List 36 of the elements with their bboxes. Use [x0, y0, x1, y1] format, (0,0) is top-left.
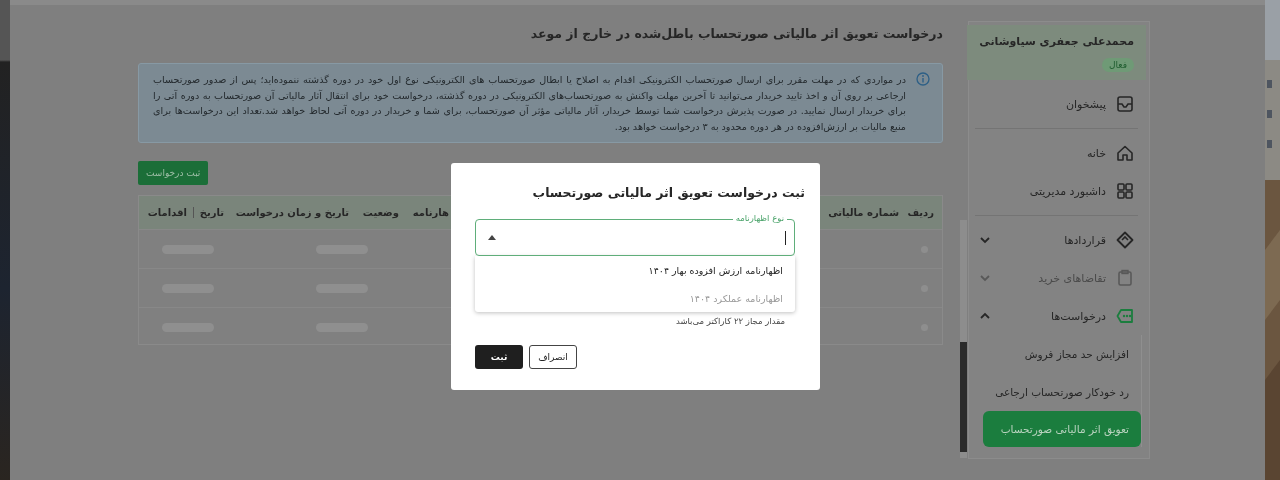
submenu-item[interactable]: رد خودکار صورتحساب ارجاعی	[983, 373, 1141, 411]
helper-text: مقدار مجاز ۲۲ کاراکتر می‌باشد	[674, 316, 786, 326]
dropdown-option[interactable]: اظهارنامه ارزش افزوده بهار ۱۴۰۴	[475, 256, 795, 284]
column-header: تاریخ	[198, 207, 224, 218]
column-header: شماره مالیاتی	[827, 207, 899, 218]
caret-up-icon	[488, 235, 496, 240]
new-request-button[interactable]: ثبت درخواست	[138, 161, 209, 185]
submenu-item[interactable]: افزایش حد مجاز فروش	[983, 335, 1141, 373]
column-header: ردیف	[906, 207, 934, 218]
sidebar-item[interactable]: پیشخوان	[975, 85, 1138, 123]
home-icon	[1116, 144, 1134, 162]
status-badge: فعال	[1102, 58, 1134, 72]
info-text: در مواردی که در مهلت مقرر برای ارسال صورتحساب الکترونیکی اقدام به اصلاح یا ابطال صورتحساب های الکترونیکی نوع اول خود در دوره گذشته ننموده‌اید؛ پس از صدور صورتحساب ارجاعی بر روی آن و اخذ تایید خریدار می‌توانید تا آخرین مهلت واکنش به صورتحساب‌های الکترونیکی در دوره گذشته، درخواست خود برای انتقال آثار مالیاتی آن صورتحساب به دوره آتی را برای خریدار ارسال نمایید. در صورت پذیرش درخواست شما توسط خریدار، آثار مالیاتی مؤثر آن صورتحساب، برای شما و خریدار در دوره آتی لحاظ خواهد شد.تعداد این درخواست‌ها برای منبع مالیات بر ارزش‌افزوده در هر دوره محدود به ۳ درخواست خواهد بود.	[153, 73, 906, 134]
inbox-icon	[1116, 95, 1134, 113]
chat-icon	[1116, 307, 1134, 325]
column-header: وضعیت	[361, 207, 399, 218]
submit-button[interactable]: ثبت	[475, 345, 523, 369]
sidebar-item[interactable]: قراردادها	[975, 221, 1138, 259]
user-name: محمدعلی جعفری سیاوشانی	[979, 35, 1134, 48]
column-header: تاریخ و زمان درخواست	[234, 207, 349, 218]
field-label: نوع اظهارنامه	[732, 212, 787, 224]
column-header: هارنامه	[411, 207, 449, 218]
text-cursor	[784, 230, 786, 245]
sidebar-item[interactable]: درخواست‌ها	[975, 297, 1138, 335]
info-icon	[916, 72, 930, 86]
sidebar-item[interactable]: خانه	[975, 134, 1138, 172]
column-header: اقدامات	[144, 207, 194, 218]
sidebar-item[interactable]: داشبورد مدیریتی	[975, 172, 1138, 210]
chevron-down-icon	[979, 234, 992, 246]
page-title: درخواست تعویق اثر مالیاتی صورتحساب باطل‌شده در خارج از موعد	[530, 25, 943, 43]
clipboard-icon	[1116, 269, 1134, 287]
grid-icon	[1116, 182, 1134, 200]
submenu-item[interactable]: تعویق اثر مالیاتی صورتحساب	[983, 411, 1141, 447]
cancel-button[interactable]: انصراف	[529, 345, 577, 369]
dialog-title: ثبت درخواست تعویق اثر مالیاتی صورتحساب	[532, 185, 805, 200]
chevron-down-icon	[979, 272, 992, 284]
